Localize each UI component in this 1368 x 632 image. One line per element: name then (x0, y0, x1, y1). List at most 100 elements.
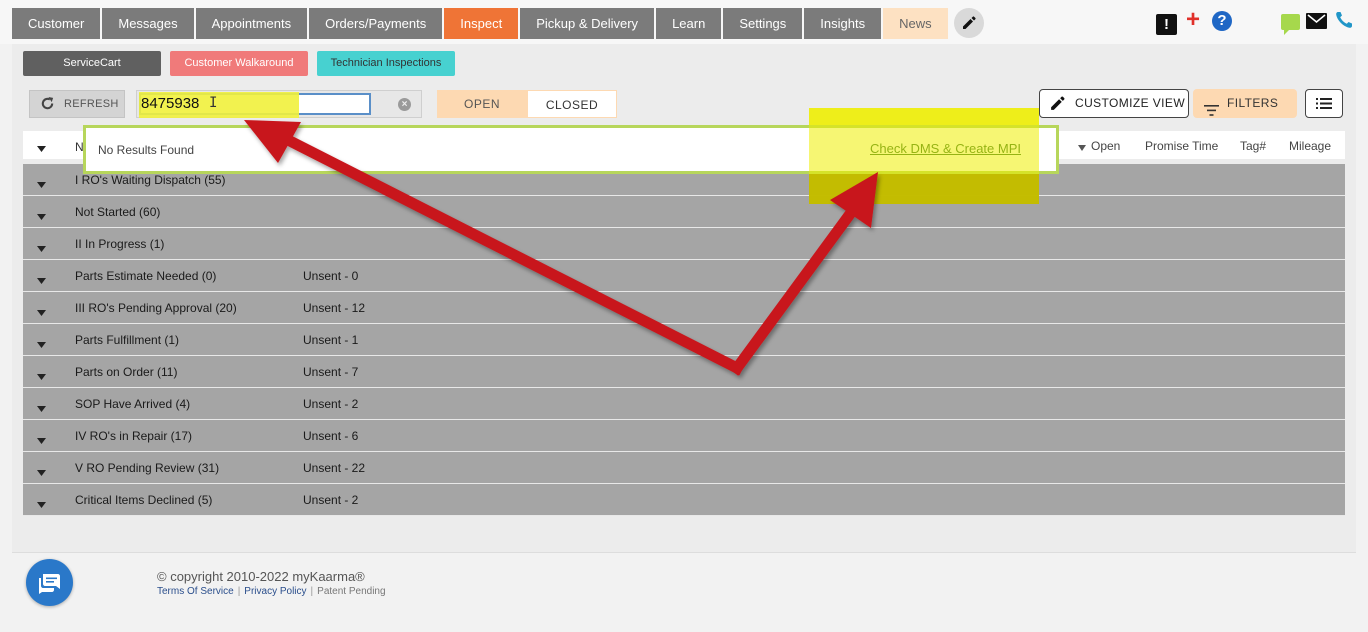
group-unsent: Unsent - 0 (303, 269, 359, 283)
alert-icon[interactable]: ! (1156, 14, 1177, 35)
refresh-icon (40, 95, 55, 116)
main-panel: ServiceCart Customer Walkaround Technici… (12, 44, 1356, 552)
search-results-dropdown: No Results Found Check DMS & Create MPI (83, 125, 1059, 174)
list-item[interactable]: Critical Items Declined (5) Unsent - 2 (23, 484, 1345, 516)
list-item[interactable]: IV RO's in Repair (17) Unsent - 6 (23, 420, 1345, 452)
search-value: 8475938 (141, 95, 200, 112)
group-label: II In Progress (1) (75, 237, 165, 251)
search-box: 8475938 I × (136, 90, 422, 118)
caret-down-icon[interactable] (37, 401, 46, 415)
caret-down-icon[interactable] (37, 273, 46, 287)
closed-toggle[interactable]: CLOSED (527, 90, 617, 118)
filters-label: FILTERS (1227, 96, 1279, 110)
caret-down-icon[interactable] (37, 433, 46, 447)
tab-news[interactable]: News (883, 8, 948, 39)
highlight-shadow (809, 174, 1039, 204)
check-dms-create-mpi-link[interactable]: Check DMS & Create MPI (870, 141, 1021, 156)
caret-down-icon[interactable] (37, 369, 46, 383)
subtab-technician-inspections[interactable]: Technician Inspections (317, 51, 455, 76)
column-mileage-header[interactable]: Mileage (1289, 139, 1331, 153)
privacy-policy-link[interactable]: Privacy Policy (244, 586, 306, 597)
caret-down-icon (1078, 140, 1086, 154)
group-list: I RO's Waiting Dispatch (55) Not Started… (23, 164, 1345, 521)
group-label: SOP Have Arrived (4) (75, 397, 191, 411)
group-label: Parts on Order (11) (75, 365, 178, 379)
group-unsent: Unsent - 6 (303, 429, 359, 443)
refresh-button[interactable]: REFRESH (29, 90, 125, 118)
tab-appointments[interactable]: Appointments (195, 8, 308, 39)
caret-down-icon[interactable] (37, 177, 46, 191)
copyright-text: © copyright 2010-2022 myKaarma® (157, 569, 365, 584)
no-results-text: No Results Found (98, 143, 195, 157)
list-item[interactable]: III RO's Pending Approval (20) Unsent - … (23, 292, 1345, 324)
nav-tabs: Customer Messages Appointments Orders/Pa… (12, 8, 984, 39)
open-toggle[interactable]: OPEN (437, 90, 527, 118)
sms-icon[interactable] (1281, 14, 1300, 35)
clear-icon[interactable]: × (398, 98, 411, 111)
caret-down-icon[interactable] (37, 337, 46, 351)
list-item[interactable]: V RO Pending Review (31) Unsent - 22 (23, 452, 1345, 484)
filters-button[interactable]: FILTERS (1193, 89, 1297, 118)
group-unsent: Unsent - 7 (303, 365, 359, 379)
subtab-customer-walkaround[interactable]: Customer Walkaround (170, 51, 308, 76)
list-item[interactable]: Parts Fulfillment (1) Unsent - 1 (23, 324, 1345, 356)
tab-customer[interactable]: Customer (12, 8, 101, 39)
list-item[interactable]: SOP Have Arrived (4) Unsent - 2 (23, 388, 1345, 420)
group-label: Parts Estimate Needed (0) (75, 269, 217, 283)
phone-icon[interactable] (1334, 10, 1354, 33)
footer-separator: | (237, 586, 241, 597)
help-icon[interactable]: ? (1212, 11, 1232, 31)
footer-separator: | (310, 586, 314, 597)
edit-nav-button[interactable] (953, 8, 984, 38)
column-open-label: Open (1091, 139, 1121, 153)
filter-icon (1204, 98, 1219, 127)
chat-bubble-icon (39, 574, 60, 594)
group-unsent: Unsent - 2 (303, 397, 359, 411)
plus-icon[interactable]: + (1186, 8, 1200, 32)
mail-icon[interactable] (1306, 13, 1327, 32)
tab-messages[interactable]: Messages (102, 8, 194, 39)
group-unsent: Unsent - 1 (303, 333, 359, 347)
column-tag-header[interactable]: Tag# (1240, 139, 1266, 153)
list-view-button[interactable] (1305, 89, 1343, 118)
column-promise-time-header[interactable]: Promise Time (1145, 139, 1218, 153)
group-label: V RO Pending Review (31) (75, 461, 220, 475)
refresh-label: REFRESH (64, 98, 119, 110)
caret-down-icon[interactable] (37, 209, 46, 223)
group-label: IV RO's in Repair (17) (75, 429, 192, 443)
text-cursor-icon: I (209, 95, 218, 111)
list-icon (1316, 97, 1332, 113)
group-unsent: Unsent - 12 (303, 301, 366, 315)
customize-view-button[interactable]: CUSTOMIZE VIEW (1039, 89, 1189, 118)
patent-pending-text: Patent Pending (317, 586, 386, 597)
group-unsent: Unsent - 22 (303, 461, 366, 475)
list-item[interactable]: II In Progress (1) (23, 228, 1345, 260)
tab-inspect[interactable]: Inspect (444, 8, 519, 39)
group-label: Not Started (60) (75, 205, 161, 219)
group-label: Parts Fulfillment (1) (75, 333, 180, 347)
group-unsent: Unsent - 2 (303, 493, 359, 507)
top-nav: Customer Messages Appointments Orders/Pa… (0, 0, 1368, 44)
caret-down-icon[interactable] (37, 497, 46, 511)
caret-down-icon[interactable] (37, 141, 46, 155)
tab-orders-payments[interactable]: Orders/Payments (309, 8, 443, 39)
tab-insights[interactable]: Insights (804, 8, 882, 39)
footer-links: Terms Of Service | Privacy Policy | Patent P… (157, 586, 386, 597)
tab-settings[interactable]: Settings (723, 8, 803, 39)
pencil-icon (1049, 95, 1066, 122)
caret-down-icon[interactable] (37, 241, 46, 255)
group-label: III RO's Pending Approval (20) (75, 301, 237, 315)
caret-down-icon[interactable] (37, 465, 46, 479)
terms-of-service-link[interactable]: Terms Of Service (157, 586, 234, 597)
pencil-icon (962, 16, 976, 29)
caret-down-icon[interactable] (37, 305, 46, 319)
subtab-service-cart[interactable]: ServiceCart (23, 51, 161, 76)
chat-bubble-button[interactable] (26, 559, 73, 606)
column-open-header[interactable]: Open (1078, 139, 1120, 154)
tab-pickup-delivery[interactable]: Pickup & Delivery (520, 8, 655, 39)
list-item[interactable]: Not Started (60) (23, 196, 1345, 228)
list-item[interactable]: Parts Estimate Needed (0) Unsent - 0 (23, 260, 1345, 292)
list-item[interactable]: Parts on Order (11) Unsent - 7 (23, 356, 1345, 388)
footer-divider (12, 552, 1356, 553)
tab-learn[interactable]: Learn (656, 8, 722, 39)
